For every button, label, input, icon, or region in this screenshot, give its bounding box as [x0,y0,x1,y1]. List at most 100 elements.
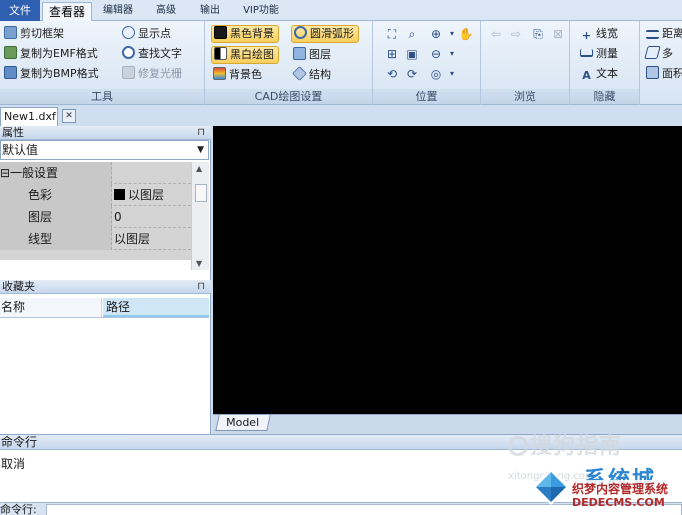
background-color-label: 背景色 [229,68,262,81]
black-background-button[interactable]: 黑色背景 [211,25,279,43]
zoom-extents-icon[interactable]: ⊞ [383,45,401,63]
measure-label: 测量 [596,47,618,60]
pan-hand-icon[interactable]: ✋ [457,25,475,43]
close-file-icon[interactable]: ⊠ [549,25,567,43]
property-row[interactable]: 图层 0 [0,206,191,228]
favorites-title-text: 收藏夹 [2,280,35,293]
find-text-button[interactable]: 查找文字 [122,45,182,63]
zoom-window-icon[interactable]: ⌕ [403,25,421,43]
group-hide: + 线宽 测量 A 文本 隐藏 [570,21,640,105]
area-button[interactable]: 面积 [646,65,682,83]
search-icon [122,46,135,59]
drawing-canvas[interactable] [213,126,682,414]
tab-viewer[interactable]: 查看器 [42,2,92,21]
group-tools-label: 工具 [0,89,204,104]
plus-icon: + [581,29,592,42]
layers-icon [293,47,306,60]
file-menu[interactable]: 文件 [0,0,40,21]
distance-icon [646,30,659,39]
distance-button[interactable]: 距离 [646,25,682,43]
group-position: ⛶ ⌕ ⊕ ▾ ✋ ⊞ ▣ ⊖ ▾ ⟲ ⟳ ◎ ▾ 位置 [373,21,481,105]
bw-drawing-label: 黑白绘图 [230,48,274,61]
group-position-label: 位置 [373,89,480,104]
structure-button[interactable]: 结构 [292,66,331,84]
site-watermark: 系统城 织梦内容管理系统 DEDECMS.COM [528,462,682,515]
repair-raster-button[interactable]: 修复光栅 [122,65,182,83]
favorites-panel-title: 收藏夹 ⊓ [0,280,211,294]
site-watermark-subtitle: 织梦内容管理系统 [572,480,669,497]
column-header-name[interactable]: 名称 [0,298,102,317]
group-measure: 距离 多 面积 [640,21,682,105]
tab-editor[interactable]: 编辑器 [98,2,138,21]
layers-button[interactable]: 图层 [293,46,331,64]
property-key: 线型 [0,228,112,250]
document-tab[interactable]: New1.dxf [0,107,58,126]
sogou-watermark-text: 搜狗指南 [530,434,623,459]
properties-preset-select[interactable]: 默认值 ▼ [0,140,209,160]
favorites-header: 名称 路径 [0,298,209,318]
copy-bmp-label: 复制为BMP格式 [20,67,99,80]
copy-emf-icon [4,46,17,59]
property-scrollbar[interactable]: ▲ ▼ [191,162,209,270]
open-file-icon[interactable]: ⎘ [529,25,547,43]
forward-arrow-icon[interactable]: ⇨ [507,25,525,43]
column-header-path[interactable]: 路径 [103,298,209,317]
crop-frame-button[interactable]: 剪切框架 [4,25,64,43]
black-bg-icon [214,26,227,39]
smooth-arcs-button[interactable]: 圆滑弧形 [291,25,359,43]
tab-model[interactable]: Model [215,415,271,431]
back-arrow-icon[interactable]: ⇦ [487,25,505,43]
pin-icon[interactable]: ⊓ [197,126,205,139]
bw-drawing-button[interactable]: 黑白绘图 [211,46,279,64]
pin-icon[interactable]: ⊓ [197,280,205,293]
distance-label: 距离 [662,27,682,40]
find-text-label: 查找文字 [138,47,182,60]
raster-icon [122,66,135,79]
model-tab-label: Model [226,416,260,429]
document-tab-row: New1.dxf ✕ [0,105,682,126]
crop-frame-label: 剪切框架 [20,27,64,40]
ruler-icon [580,49,593,57]
property-value: 以图层 [114,232,151,246]
zoom-previous-dropdown-icon[interactable]: ▾ [443,65,461,83]
rotate-icon[interactable]: ⟲ [383,65,401,83]
close-icon[interactable]: ✕ [62,109,76,123]
command-input-label: 命令行: [0,503,37,515]
chevron-down-icon: ▼ [197,145,204,155]
copy-bmp-button[interactable]: 复制为BMP格式 [4,65,99,83]
tab-advanced[interactable]: 高级 [146,2,186,21]
property-row[interactable]: ⊟一般设置 [0,162,191,184]
preset-select-value: 默认值 [2,143,39,157]
property-row[interactable]: 色彩 以图层 [0,184,191,206]
polyline-button[interactable]: 多 [644,45,673,63]
show-points-button[interactable]: 显示点 [122,25,171,43]
orbit-icon[interactable]: ⟳ [403,65,421,83]
structure-icon [292,66,307,81]
copy-emf-button[interactable]: 复制为EMF格式 [4,45,98,63]
group-cad-settings: 黑色背景 黑白绘图 背景色 圆滑弧形 图层 结构 CAD绘图设置 [205,21,373,105]
zoom-real-icon[interactable]: ▣ [403,45,421,63]
zoom-out-dropdown-icon[interactable]: ▾ [443,45,461,63]
scroll-thumb[interactable] [195,184,207,202]
palette-icon [213,67,226,80]
copy-emf-label: 复制为EMF格式 [20,47,98,60]
measure-button[interactable]: 测量 [580,45,618,63]
property-grid: ⊟一般设置 色彩 以图层 图层 0 线型 以图层 [0,162,191,260]
arc-icon [294,26,307,39]
layers-label: 图层 [309,48,331,61]
fit-window-icon[interactable]: ⛶ [383,25,401,43]
copy-bmp-icon [4,66,17,79]
property-row[interactable]: 线型 以图层 [0,228,191,250]
tab-output[interactable]: 输出 [190,2,230,21]
text-button[interactable]: A 文本 [580,65,618,83]
tab-vip[interactable]: VIP功能 [232,2,290,21]
scroll-down-icon[interactable]: ▼ [196,259,202,268]
scroll-up-icon[interactable]: ▲ [196,164,202,173]
background-color-button[interactable]: 背景色 [213,66,262,84]
lineweight-button[interactable]: + 线宽 [580,25,618,43]
area-icon [646,66,659,79]
lineweight-label: 线宽 [596,27,618,40]
polyline-icon [644,46,661,59]
property-key: 图层 [0,206,112,228]
text-a-icon: A [582,69,591,82]
